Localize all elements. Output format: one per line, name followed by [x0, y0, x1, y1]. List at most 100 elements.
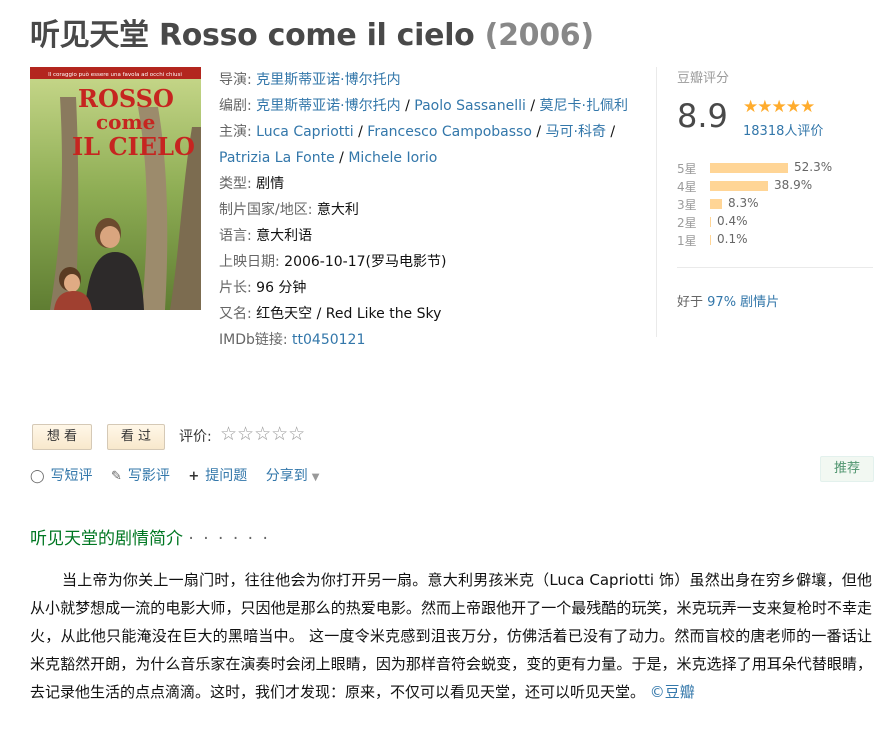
director-label: 导演:: [219, 72, 252, 88]
runtime-label: 片长:: [219, 280, 252, 296]
cast-link[interactable]: Michele Iorio: [348, 150, 437, 166]
rating-divider: [677, 267, 873, 268]
recommend-button[interactable]: 推荐: [820, 456, 874, 482]
better-prefix: 好于: [677, 295, 704, 310]
language-label: 语言:: [219, 228, 252, 244]
aka-value: 红色天空 / Red Like the Sky: [256, 306, 442, 322]
cast-link[interactable]: 马可·科奇: [546, 124, 606, 140]
synopsis-heading-dots: · · · · · ·: [188, 529, 270, 549]
rating-bar-fill: [710, 199, 722, 209]
cast-link[interactable]: Francesco Campobasso: [367, 124, 532, 140]
rating-bar-percent: 8.3%: [728, 196, 759, 210]
genre-value: 剧情: [256, 176, 285, 192]
rate-stars-input[interactable]: ☆☆☆☆☆: [220, 423, 305, 445]
caret-down-icon: ▼: [311, 472, 320, 483]
cast-link[interactable]: Luca Capriotti: [256, 124, 353, 140]
rating-bar-label: 1星: [677, 234, 697, 248]
director-row: 导演: 克里斯蒂亚诺·博尔托内: [219, 67, 644, 93]
movie-year: (2006): [484, 18, 594, 53]
release-value: 2006-10-17(罗马电影节): [284, 254, 447, 270]
aka-label: 又名:: [219, 306, 252, 322]
rating-votes-link[interactable]: 18318人评价: [743, 120, 823, 139]
want-to-watch-button[interactable]: 想 看: [32, 424, 92, 450]
share-label: 分享到: [265, 468, 308, 484]
genre-label: 类型:: [219, 176, 252, 192]
pencil-icon: ✎: [111, 469, 122, 484]
rating-bar-label: 3星: [677, 198, 697, 212]
write-review-link[interactable]: ✎ 写影评: [111, 465, 170, 485]
genre-row: 类型: 剧情: [219, 171, 644, 197]
writer-label: 编剧:: [219, 98, 252, 114]
rating-bar-percent: 52.3%: [794, 160, 833, 174]
synopsis-body: 当上帝为你关上一扇门时，往往他会为你打开另一扇。意大利男孩米克（Luca Cap…: [30, 571, 872, 701]
release-row: 上映日期: 2006-10-17(罗马电影节): [219, 249, 644, 275]
rating-bar-row: 5星 52.3%: [677, 159, 867, 177]
writer-link[interactable]: Paolo Sassanelli: [414, 98, 526, 114]
short-review-label: 写短评: [50, 468, 93, 484]
cast-label: 主演:: [219, 124, 252, 140]
action-links: ◯ 写短评 ✎ 写影评 + 提问题 分享到 ▼: [30, 465, 333, 485]
write-short-review-link[interactable]: ◯ 写短评: [30, 465, 93, 485]
share-dropdown[interactable]: 分享到 ▼: [266, 465, 320, 485]
rating-label: 豆瓣评分: [677, 71, 730, 86]
rating-bar-label: 5星: [677, 162, 697, 176]
rate-label: 评价:: [179, 429, 212, 445]
review-label: 写影评: [127, 468, 170, 484]
rating-bar-row: 3星 8.3%: [677, 195, 867, 213]
poster-image: Il coraggio può essere una favola ad occ…: [30, 67, 201, 310]
movie-info: 导演: 克里斯蒂亚诺·博尔托内 编剧: 克里斯蒂亚诺·博尔托内 / Paolo …: [219, 67, 644, 353]
language-row: 语言: 意大利语: [219, 223, 644, 249]
movie-title-text: 听见天堂 Rosso come il cielo: [30, 18, 475, 53]
rating-bar-row: 2星 0.4%: [677, 213, 867, 231]
imdb-link[interactable]: tt0450121: [292, 332, 365, 348]
imdb-label: IMDb链接:: [219, 332, 288, 348]
question-label: 提问题: [205, 468, 248, 484]
rating-bar-label: 4星: [677, 180, 697, 194]
aka-row: 又名: 红色天空 / Red Like the Sky: [219, 301, 644, 327]
language-value: 意大利语: [256, 228, 313, 244]
poster-title-line1: ROSSO: [78, 84, 174, 113]
rating-bar-fill: [710, 217, 711, 227]
movie-poster[interactable]: Il coraggio può essere una favola ad occ…: [30, 67, 201, 310]
poster-title-line2: come: [96, 110, 155, 134]
plus-icon: +: [188, 469, 200, 484]
rating-stars-icon: ★★★★★: [743, 97, 815, 117]
director-link[interactable]: 克里斯蒂亚诺·博尔托内: [256, 72, 400, 88]
rating-bar-row: 4星 38.9%: [677, 177, 867, 195]
watched-button[interactable]: 看 过: [107, 424, 165, 450]
rating-score: 8.9: [677, 97, 728, 135]
rating-bar-row: 1星 0.1%: [677, 231, 867, 249]
better-value-link[interactable]: 97% 剧情片: [707, 295, 779, 310]
synopsis-heading-text: 听见天堂的剧情简介: [30, 529, 183, 549]
rating-bar-fill: [710, 163, 788, 173]
synopsis-heading: 听见天堂的剧情简介 · · · · · ·: [30, 524, 270, 549]
poster-tagline: Il coraggio può essere una favola ad occ…: [48, 71, 182, 78]
rating-distribution: 5星 52.3% 4星 38.9% 3星 8.3% 2星 0.4% 1星 0.1%: [677, 159, 867, 249]
comment-icon: ◯: [30, 469, 45, 484]
country-label: 制片国家/地区:: [219, 202, 313, 218]
rating-bar-percent: 0.4%: [717, 214, 748, 228]
cast-row: 主演: Luca Capriotti / Francesco Campobass…: [219, 124, 616, 166]
country-value: 意大利: [316, 202, 359, 218]
rating-bar-percent: 0.1%: [717, 232, 748, 246]
poster-title-line3: IL CIELO: [72, 132, 195, 161]
rating-bar-fill: [710, 235, 711, 245]
runtime-value: 96 分钟: [256, 280, 307, 296]
rating-bar-label: 2星: [677, 216, 697, 230]
synopsis-text: 当上帝为你关上一扇门时，往往他会为你打开另一扇。意大利男孩米克（Luca Cap…: [30, 566, 872, 706]
rating-bar-fill: [710, 181, 768, 191]
rating-panel: 豆瓣评分 8.9 ★★★★★ 18318人评价 5星 52.3% 4星 38.9% 3星…: [656, 67, 873, 337]
writer-link[interactable]: 克里斯蒂亚诺·博尔托内: [256, 98, 400, 114]
cast-link[interactable]: Patrizia La Fonte: [219, 150, 335, 166]
imdb-row: IMDb链接: tt0450121: [219, 327, 644, 353]
country-row: 制片国家/地区: 意大利: [219, 197, 644, 223]
rating-bar-percent: 38.9%: [774, 178, 813, 192]
ask-question-link[interactable]: + 提问题: [188, 465, 247, 485]
writer-link[interactable]: 莫尼卡·扎佩利: [540, 98, 628, 114]
writer-row: 编剧: 克里斯蒂亚诺·博尔托内 / Paolo Sassanelli / 莫尼卡…: [219, 98, 628, 114]
synopsis-source-link[interactable]: ©豆瓣: [650, 683, 695, 701]
rating-better-than: 好于 97% 剧情片: [677, 291, 779, 310]
movie-title: 听见天堂 Rosso come il cielo (2006): [30, 10, 594, 54]
release-label: 上映日期:: [219, 254, 280, 270]
runtime-row: 片长: 96 分钟: [219, 275, 644, 301]
